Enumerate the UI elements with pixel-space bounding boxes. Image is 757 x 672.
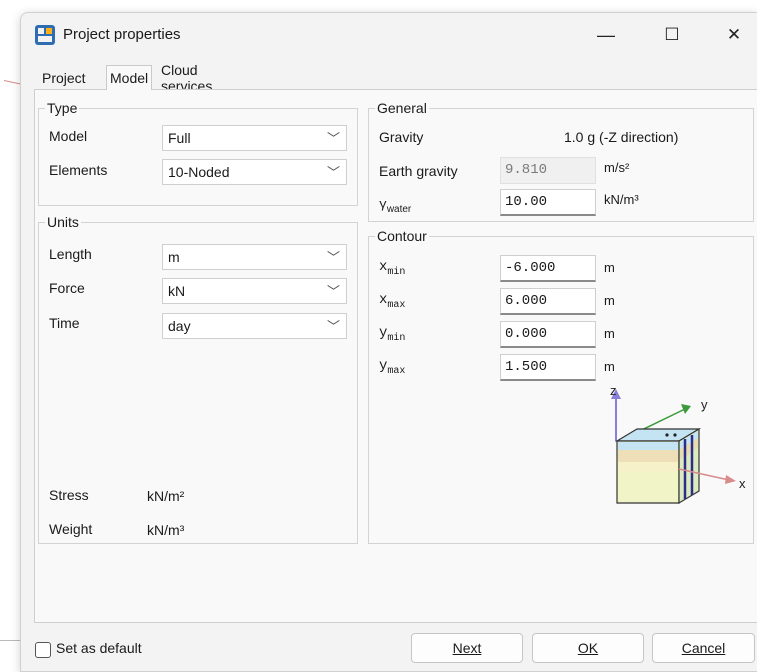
xmin-input[interactable]: -6.000 <box>500 255 596 282</box>
stress-label: Stress <box>49 487 89 503</box>
units-group-label: Units <box>45 214 81 230</box>
y-axis-arrow <box>681 404 691 414</box>
units-group: Units Length m ﹀ Force kN ﹀ Time day ﹀ S… <box>38 214 358 544</box>
ymin-input[interactable]: 0.000 <box>500 321 596 348</box>
contour-group-label: Contour <box>375 228 429 244</box>
next-button[interactable]: Next <box>411 633 523 663</box>
xmin-unit: m <box>604 260 615 275</box>
general-group: General Gravity 1.0 g (-Z direction) Ear… <box>368 100 754 222</box>
chevron-down-icon: ﹀ <box>326 284 340 299</box>
z-axis-label: z <box>610 385 617 398</box>
gamma-symbol: γ <box>379 197 387 212</box>
length-select-value: m <box>168 249 180 265</box>
chevron-down-icon: ﹀ <box>326 319 340 334</box>
length-select[interactable]: m ﹀ <box>162 244 347 270</box>
model-select-value: Full <box>168 130 191 146</box>
model-select[interactable]: Full ﹀ <box>162 125 347 151</box>
dialog-window: Project properties — ☐ ✕ Project Model C… <box>20 12 757 672</box>
chevron-down-icon: ﹀ <box>326 165 340 180</box>
model-tab-panel: Type Model Full ﹀ Elements 10-Noded ﹀ Un… <box>34 89 757 623</box>
time-select[interactable]: day ﹀ <box>162 313 347 339</box>
x-axis-label: x <box>739 476 746 491</box>
xmax-unit: m <box>604 293 615 308</box>
force-select-value: kN <box>168 283 186 299</box>
title-bar: Project properties — ☐ ✕ <box>21 13 757 57</box>
ymax-input[interactable]: 1.500 <box>500 354 596 381</box>
weight-unit: kN/m³ <box>147 522 185 538</box>
elements-select-value: 10-Noded <box>168 164 230 180</box>
window-title: Project properties <box>63 26 181 43</box>
general-group-label: General <box>375 100 429 116</box>
cancel-button[interactable]: Cancel <box>652 633 755 663</box>
close-button[interactable]: ✕ <box>711 19 757 51</box>
xmax-input[interactable]: 6.000 <box>500 288 596 315</box>
gamma-water-unit: kN/m³ <box>604 192 639 207</box>
chevron-down-icon: ﹀ <box>326 250 340 265</box>
app-icon <box>35 25 55 45</box>
force-label: Force <box>49 280 85 296</box>
tab-model[interactable]: Model <box>106 65 153 90</box>
ymin-label: ymin <box>379 325 406 344</box>
ymin-unit: m <box>604 326 615 341</box>
elements-select[interactable]: 10-Noded ﹀ <box>162 159 347 185</box>
tab-project[interactable]: Project <box>39 67 89 89</box>
force-select[interactable]: kN ﹀ <box>162 278 347 304</box>
contour-group: Contour xmin -6.000 m xmax 6.000 m ymin … <box>368 228 754 544</box>
xmin-label: xmin <box>379 259 406 278</box>
soil-cube-illustration: z y x <box>610 385 746 505</box>
minimize-button[interactable]: — <box>583 19 629 51</box>
set-as-default-checkbox[interactable] <box>35 642 51 658</box>
length-label: Length <box>49 246 92 262</box>
gamma-water-input[interactable]: 10.00 <box>500 189 596 216</box>
chevron-down-icon: ﹀ <box>326 131 340 146</box>
model-label: Model <box>49 128 88 144</box>
gamma-subscript: water <box>386 203 412 215</box>
gravity-label: Gravity <box>379 129 424 145</box>
earth-gravity-unit: m/s² <box>604 160 630 175</box>
weight-label: Weight <box>49 521 93 537</box>
ymax-label: ymax <box>379 358 406 377</box>
gamma-water-label: γwater <box>379 195 411 215</box>
elements-label: Elements <box>49 162 108 178</box>
earth-gravity-field: 9.810 <box>500 157 596 184</box>
y-axis-label: y <box>701 397 708 412</box>
x-axis-arrow <box>725 475 736 484</box>
xmax-label: xmax <box>379 292 406 311</box>
time-label: Time <box>49 315 80 331</box>
stress-unit: kN/m² <box>147 488 185 504</box>
earth-gravity-label: Earth gravity <box>379 163 458 179</box>
time-select-value: day <box>168 318 191 334</box>
maximize-button[interactable]: ☐ <box>649 19 695 51</box>
type-group-label: Type <box>45 100 80 116</box>
gravity-value: 1.0 g (-Z direction) <box>564 129 679 145</box>
ok-button[interactable]: OK <box>532 633 644 663</box>
ymax-unit: m <box>604 359 615 374</box>
type-group: Type Model Full ﹀ Elements 10-Noded ﹀ <box>38 100 358 206</box>
set-as-default-label[interactable]: Set as default <box>56 640 142 656</box>
tab-cloud-services[interactable]: Cloud services <box>158 62 215 94</box>
